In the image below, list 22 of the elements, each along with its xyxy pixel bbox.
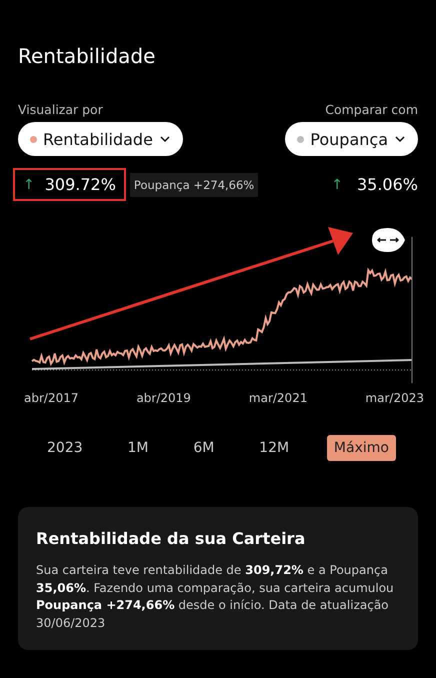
period-tab[interactable]: 2023 <box>40 435 90 461</box>
comparison-tag: Poupança +274,66% <box>130 172 258 196</box>
compare-label: Comparar com <box>325 102 418 117</box>
card-title: Rentabilidade da sua Carteira <box>36 529 306 548</box>
axis-label: mar/2021 <box>248 391 308 405</box>
compare-dropdown[interactable]: Poupança <box>285 122 418 156</box>
view-by-dropdown[interactable]: Rentabilidade <box>18 122 183 156</box>
portfolio-return: 309.72% <box>44 175 116 194</box>
view-by-label: Visualizar por <box>18 102 103 117</box>
period-tab[interactable]: 6M <box>186 435 222 461</box>
axis-label: abr/2019 <box>136 391 191 405</box>
axis-label: mar/2023 <box>365 391 424 405</box>
up-arrow: ↑ <box>331 176 343 192</box>
period-tab[interactable]: Máximo <box>326 435 396 461</box>
summary-text: Sua carteira teve rentabilidade de 309,72% e a Poupança 35,06%. Fazendo uma comparação, sua carteira acumulou Poupança +274,66% desde o início. Data de atualização 30/06/2023 <box>36 562 395 632</box>
period-tab[interactable]: 12M <box>252 435 296 461</box>
up-arrow: ↑ <box>23 176 35 192</box>
drag-handle-icon[interactable] <box>370 227 406 253</box>
axis-label: abr/2017 <box>24 391 78 405</box>
page-title: Rentabilidade <box>18 44 156 68</box>
period-tab[interactable]: 1M <box>120 435 156 461</box>
benchmark-return: 35.06% <box>356 175 418 194</box>
